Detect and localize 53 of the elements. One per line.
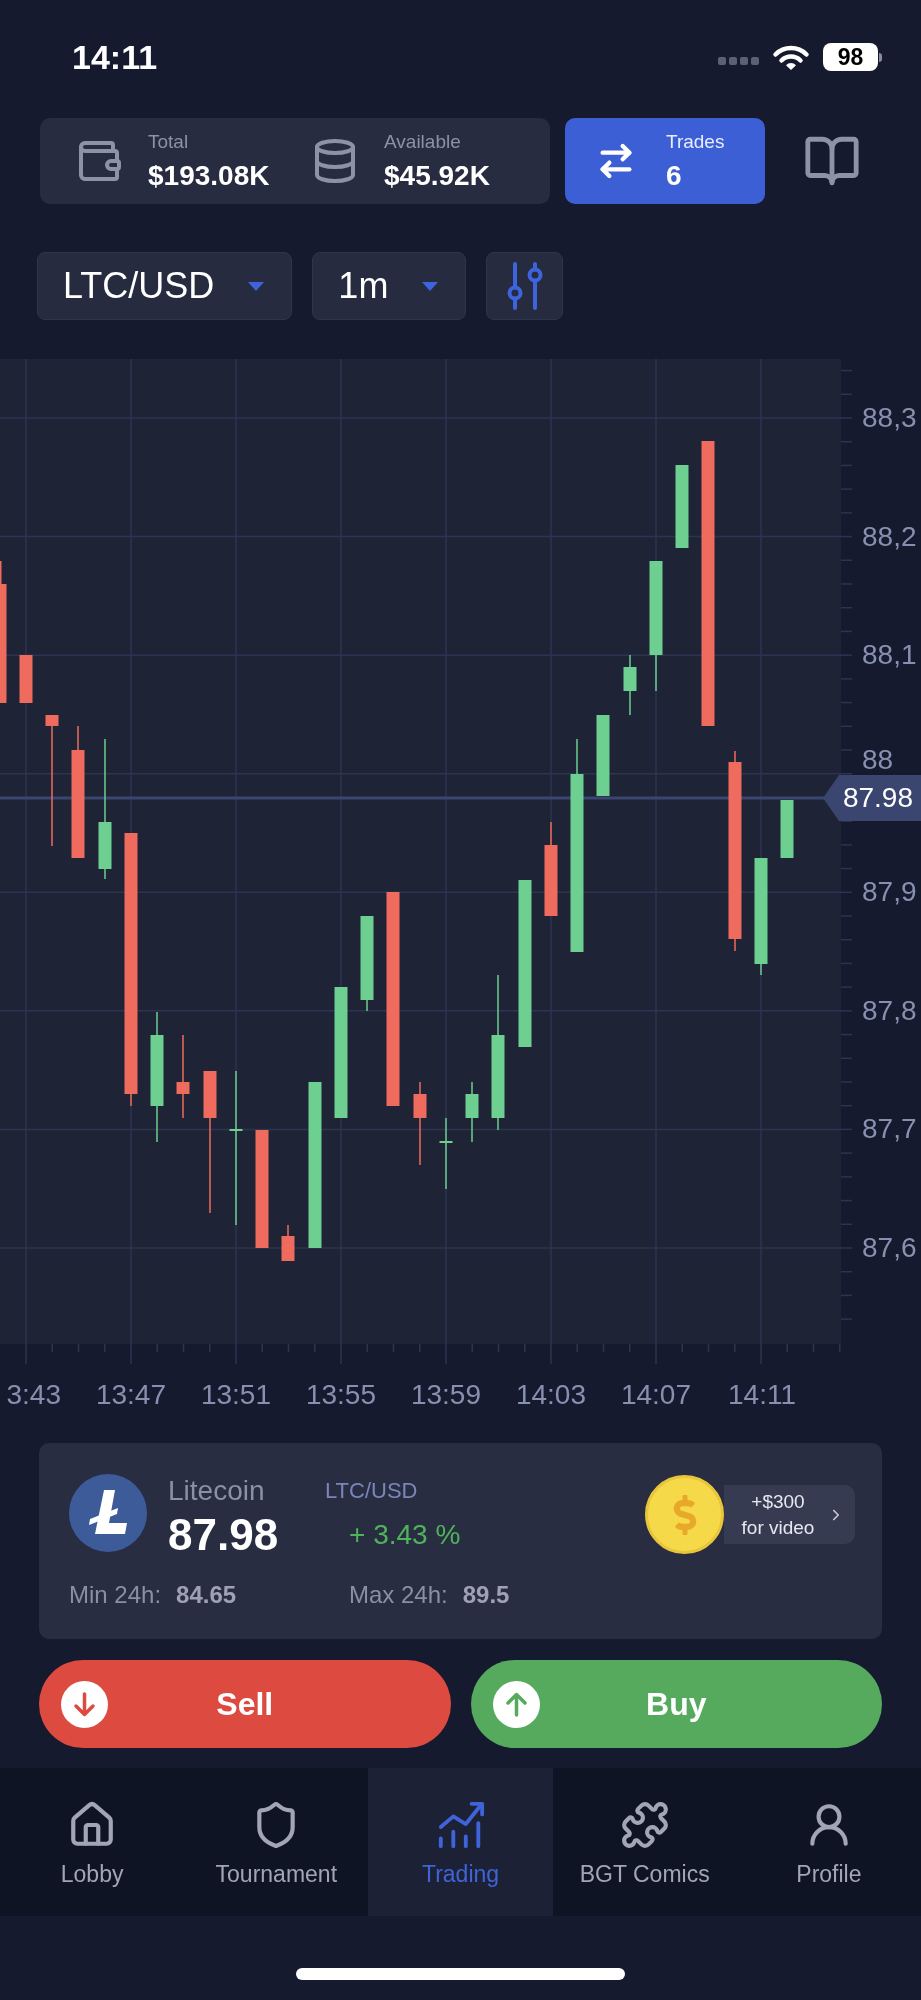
stat-value: 89.5 xyxy=(462,1580,510,1610)
candle xyxy=(19,655,33,703)
asset-price: 87.98 xyxy=(168,1510,280,1560)
sell-button[interactable]: Sell xyxy=(39,1660,451,1748)
tab[interactable]: BGT Comics xyxy=(552,1768,737,1916)
tab[interactable]: Tournament xyxy=(184,1768,369,1916)
price-axis-label: 87,6 xyxy=(862,1234,917,1262)
signal-icon xyxy=(718,57,759,65)
tab[interactable]: Lobby xyxy=(0,1768,185,1916)
trades-button[interactable]: Trades 6 xyxy=(565,118,765,204)
tab[interactable]: Profile xyxy=(736,1768,921,1916)
time-axis-label: 13:55 xyxy=(305,1381,376,1409)
balance-value: $193.08K xyxy=(148,158,270,193)
price-axis-label: 87,9 xyxy=(862,878,917,907)
time-axis-label: 14:11 xyxy=(728,1381,796,1409)
caret-icon xyxy=(248,281,265,291)
candle xyxy=(780,800,794,858)
wifi-icon xyxy=(771,43,811,71)
time-axis-label: 14:07 xyxy=(620,1381,691,1409)
balance-value: $45.92K xyxy=(384,158,490,193)
asset-name: Litecoin xyxy=(168,1474,266,1508)
candle xyxy=(465,1081,479,1143)
price-tag: 87.98 xyxy=(823,775,921,821)
time-axis-label: 3:43 xyxy=(6,1381,61,1409)
chart-settings-button[interactable] xyxy=(486,252,564,320)
price-change: + 3.43 % xyxy=(349,1518,461,1552)
price-axis-label: 87,7 xyxy=(862,1115,917,1144)
price-axis-label: 88,2 xyxy=(862,522,917,551)
stat-label: Max 24h: xyxy=(349,1580,448,1610)
time-axis-label: 13:59 xyxy=(410,1381,481,1409)
arrow-up-icon xyxy=(492,1680,540,1728)
balance-label: Available xyxy=(384,129,462,154)
clock-time: 14:11 xyxy=(72,37,158,77)
dropdown[interactable]: 1m xyxy=(312,252,467,320)
price-axis-label: 87,8 xyxy=(862,996,917,1025)
arrow-down-icon xyxy=(61,1680,108,1728)
dropdown[interactable]: LTC/USD xyxy=(37,252,293,320)
bonus-button[interactable]: +$300 for video xyxy=(724,1485,855,1544)
price-axis-label: 88,1 xyxy=(862,641,917,670)
candle xyxy=(281,1224,295,1262)
stat-label: Min 24h: xyxy=(69,1580,162,1610)
puzzle-icon xyxy=(619,1800,670,1850)
battery-indicator: 98 xyxy=(823,43,882,71)
candle xyxy=(623,654,637,716)
price-axis-label: 88,3 xyxy=(862,404,917,432)
time-axis-label: 13:47 xyxy=(95,1381,166,1409)
stat-value: 84.65 xyxy=(176,1580,237,1610)
time-axis-label: 14:03 xyxy=(515,1381,586,1409)
caret-icon xyxy=(422,281,439,291)
balance-label: Total xyxy=(148,129,190,154)
time-axis-label: 13:51 xyxy=(200,1381,271,1409)
price-axis-label: 88 xyxy=(862,746,894,774)
pair-label: LTC/USD xyxy=(325,1477,418,1505)
